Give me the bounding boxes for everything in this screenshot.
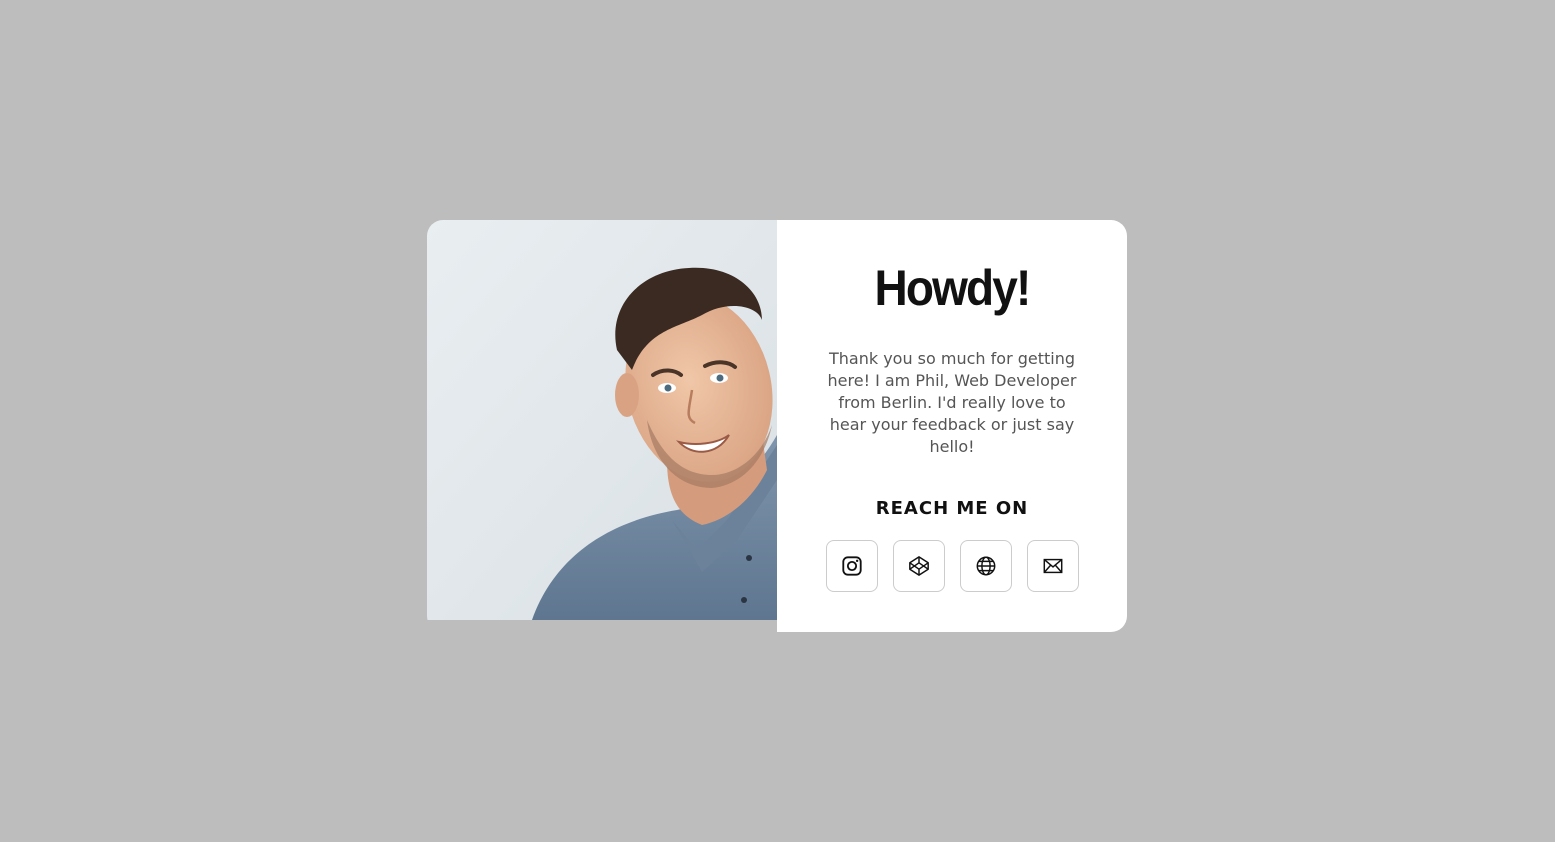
- profile-photo: [427, 220, 777, 620]
- card-content: Howdy! Thank you so much for getting her…: [777, 220, 1127, 632]
- codepen-icon: [909, 556, 929, 576]
- reach-me-heading: REACH ME ON: [875, 498, 1029, 519]
- globe-icon: [976, 556, 996, 576]
- email-button[interactable]: [1027, 540, 1079, 592]
- mail-icon: [1043, 558, 1063, 574]
- website-button[interactable]: [960, 540, 1012, 592]
- instagram-icon: [842, 556, 862, 576]
- codepen-button[interactable]: [893, 540, 945, 592]
- card-description: Thank you so much for getting here! I am…: [827, 349, 1077, 456]
- card-title: Howdy!: [874, 260, 1031, 316]
- instagram-button[interactable]: [826, 540, 878, 592]
- portrait-image: [427, 220, 777, 620]
- social-links: [826, 540, 1079, 592]
- profile-card: Howdy! Thank you so much for getting her…: [427, 220, 1127, 632]
